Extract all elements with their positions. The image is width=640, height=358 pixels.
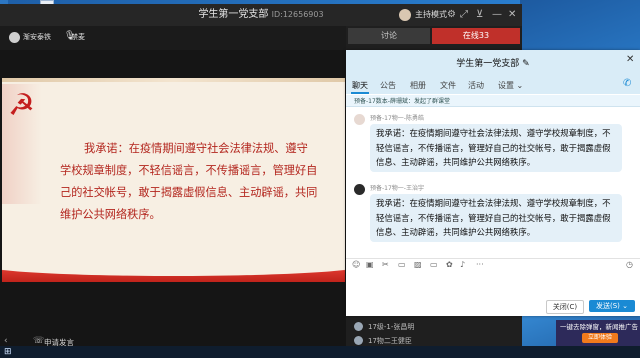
folder-icon[interactable]: ▭ <box>398 260 406 269</box>
history-icon[interactable]: ◷ <box>626 260 633 269</box>
phone-icon[interactable]: ☏ <box>33 336 44 346</box>
minimize-icon[interactable]: — <box>492 4 502 26</box>
ad-text: 一键去除弹窗，新闻推广告 <box>560 323 638 331</box>
active-tab-indicator <box>351 92 369 94</box>
chat-title-text: 学生第一党支部 <box>456 59 520 69</box>
class-notice-text: 预备-17数本-薛珊斌：发起了群课堂 <box>354 98 450 105</box>
tab-discuss[interactable]: 讨论 <box>348 28 430 44</box>
sender-avatar[interactable] <box>354 184 365 195</box>
meeting-title-name: 学生第一党支部 <box>198 9 269 20</box>
emoji-icon[interactable]: ☺ <box>352 260 360 269</box>
member-avatar <box>354 336 363 345</box>
fullscreen-icon[interactable]: ⤢ <box>460 4 468 26</box>
member-avatar <box>354 322 363 331</box>
tab-activities[interactable]: 活动 <box>468 80 484 91</box>
meeting-id: ID:12656903 <box>271 10 324 19</box>
taskbar: ⊞ <box>0 346 640 358</box>
tab-files[interactable]: 文件 <box>440 80 456 91</box>
tab-settings[interactable]: 设置 ⌄ <box>498 80 523 91</box>
ad-popup[interactable]: 一键去除弹窗，新闻推广告 立即体验 <box>556 320 640 346</box>
chat-title: 学生第一党支部 ✎ <box>346 56 640 69</box>
start-icon[interactable]: ⊞ <box>4 347 12 357</box>
mic-icon[interactable]: ♪ <box>460 260 465 269</box>
close-button[interactable]: 关闭(C) <box>546 300 584 314</box>
close-icon[interactable]: ✕ <box>626 54 634 65</box>
member-list: 17级-1-张昌明 17物二王健臣 <box>346 316 522 350</box>
member-name[interactable]: 17物二王健臣 <box>368 336 412 346</box>
tab-announcement[interactable]: 公告 <box>380 80 396 91</box>
ad-try-button[interactable]: 立即体验 <box>582 333 618 343</box>
speaker-bar: 渐安泰铁 🎙 禁麦 <box>0 26 346 50</box>
input-toolbar <box>346 258 640 273</box>
image-icon[interactable]: ▨ <box>414 260 422 269</box>
gift-icon[interactable]: ✿ <box>446 260 453 269</box>
slide-pledge-text: 我承诺：在疫情期间遵守社会法律法规、遵守学校规章制度，不轻信谣言，不传播谣言，管… <box>60 142 318 221</box>
slide-top-border <box>2 78 345 82</box>
message-sender: 预备-17物一-陈勇皓 <box>370 115 424 122</box>
chat-header: 学生第一党支部 ✎ ✕ <box>346 50 640 76</box>
screen-share-icon[interactable]: ▭ <box>430 260 438 269</box>
settings-icon[interactable]: ⚙ <box>447 4 456 26</box>
member-name[interactable]: 17级-1-张昌明 <box>368 322 414 332</box>
speaker-name: 渐安泰铁 <box>23 33 51 41</box>
slide-wave-decoration <box>2 254 345 276</box>
tab-chat[interactable]: 聊天 <box>352 80 368 91</box>
sender-avatar[interactable] <box>354 114 365 125</box>
tab-online[interactable]: 在线33 <box>432 28 520 44</box>
more-icon[interactable]: ··· <box>476 260 484 269</box>
pin-icon[interactable]: ⊻ <box>476 4 483 26</box>
mute-label[interactable]: 禁麦 <box>71 32 85 42</box>
presentation-slide: ☭ 我承诺：在疫情期间遵守社会法律法规、遵守学校规章制度，不轻信谣言，不传播谣言… <box>2 78 345 282</box>
scissors-icon[interactable]: ✂ <box>382 260 389 269</box>
tab-settings-label: 设置 <box>498 81 514 90</box>
message-bubble: 我承诺：在疫情期间遵守社会法律法规、遵守学校规章制度，不轻信谣言，不传播谣言，管… <box>370 194 622 242</box>
speaker-avatar <box>9 32 20 43</box>
send-button[interactable]: 发送(S) ⌄ <box>589 300 635 312</box>
edit-icon[interactable]: ✎ <box>522 59 530 69</box>
meeting-titlebar: 学生第一党支部 ID:12656903 主持模式 ⚙ ⤢ ⊻ — ✕ <box>0 4 522 26</box>
message-bubble: 我承诺：在疫情期间遵守社会法律法规、遵守学校规章制度，不轻信谣言，不传播谣言，管… <box>370 124 622 172</box>
send-button-label: 发送(S) <box>596 302 620 310</box>
close-icon[interactable]: ✕ <box>508 4 516 26</box>
chevron-left-icon[interactable]: ‹ <box>4 336 8 346</box>
message-sender: 预备-17物一-王治宇 <box>370 185 424 192</box>
class-notice-bar[interactable]: 预备-17数本-薛珊斌：发起了群课堂 <box>346 95 640 107</box>
hammer-sickle-icon: ☭ <box>8 88 35 123</box>
phone-call-icon[interactable]: ✆ <box>623 78 631 89</box>
message-input[interactable] <box>346 273 640 297</box>
host-mode-label[interactable]: 主持模式 <box>415 4 447 26</box>
chat-window: 学生第一党支部 ✎ ✕ 聊天 公告 相册 文件 活动 设置 ⌄ ✆ 预备-17数… <box>346 50 640 316</box>
host-avatar[interactable] <box>399 9 411 21</box>
tab-album[interactable]: 相册 <box>410 80 426 91</box>
gif-icon[interactable]: ▣ <box>366 260 374 269</box>
